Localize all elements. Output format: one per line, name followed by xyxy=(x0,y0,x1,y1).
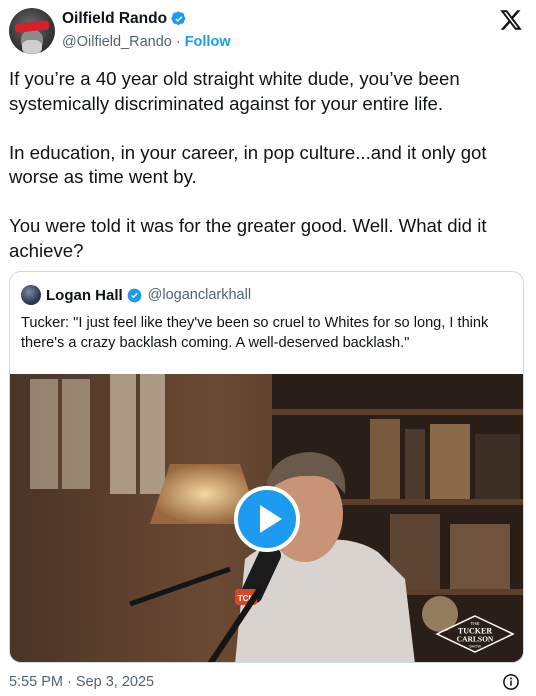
quoted-author-avatar xyxy=(21,285,41,305)
quoted-tweet-text: Tucker: "I just feel like they've been s… xyxy=(21,315,489,351)
avatar-red-band xyxy=(14,20,50,33)
tweet-paragraph: In education, in your career, in pop cul… xyxy=(9,141,487,188)
svg-text:THE: THE xyxy=(471,621,480,626)
play-button[interactable] xyxy=(234,486,300,552)
show-watermark-logo: THE TUCKER CARLSON SHOW xyxy=(435,615,515,653)
quoted-tweet-card[interactable]: Logan Hall @loganclarkhall Tucker: "I ju… xyxy=(9,271,524,663)
video-player[interactable]: TCN THE TUCKER CARLSON SHOW xyxy=(10,374,523,662)
quoted-tweet-header: Logan Hall @loganclarkhall xyxy=(21,285,251,305)
svg-text:CARLSON: CARLSON xyxy=(457,635,494,644)
info-icon[interactable] xyxy=(502,673,520,691)
author-name-row: Oilfield Rando xyxy=(62,10,187,28)
tweet-timestamp[interactable]: 5:55 PM · Sep 3, 2025 xyxy=(9,674,154,690)
avatar-beard xyxy=(22,40,42,54)
play-icon xyxy=(260,505,282,533)
svg-text:SHOW: SHOW xyxy=(469,645,481,649)
author-avatar[interactable] xyxy=(9,8,55,54)
verified-badge-icon xyxy=(127,288,142,302)
x-logo-icon[interactable] xyxy=(499,8,523,32)
author-handle-row: @Oilfield_Rando · Follow xyxy=(62,34,231,50)
author-display-name[interactable]: Oilfield Rando xyxy=(62,10,167,28)
quoted-author-handle: @loganclarkhall xyxy=(147,287,252,303)
tweet-paragraph: If you’re a 40 year old straight white d… xyxy=(9,68,460,114)
separator-dot: · xyxy=(175,34,181,50)
follow-button[interactable]: Follow xyxy=(185,34,231,50)
author-handle[interactable]: @Oilfield_Rando xyxy=(62,34,172,50)
tweet-text: If you’re a 40 year old straight white d… xyxy=(9,67,519,263)
tweet-paragraph: You were told it was for the greater goo… xyxy=(9,215,487,261)
tweet-embed: Oilfield Rando @Oilfield_Rando · Follow … xyxy=(0,0,536,696)
verified-badge-icon xyxy=(171,11,186,25)
quoted-author-name: Logan Hall xyxy=(46,286,123,304)
